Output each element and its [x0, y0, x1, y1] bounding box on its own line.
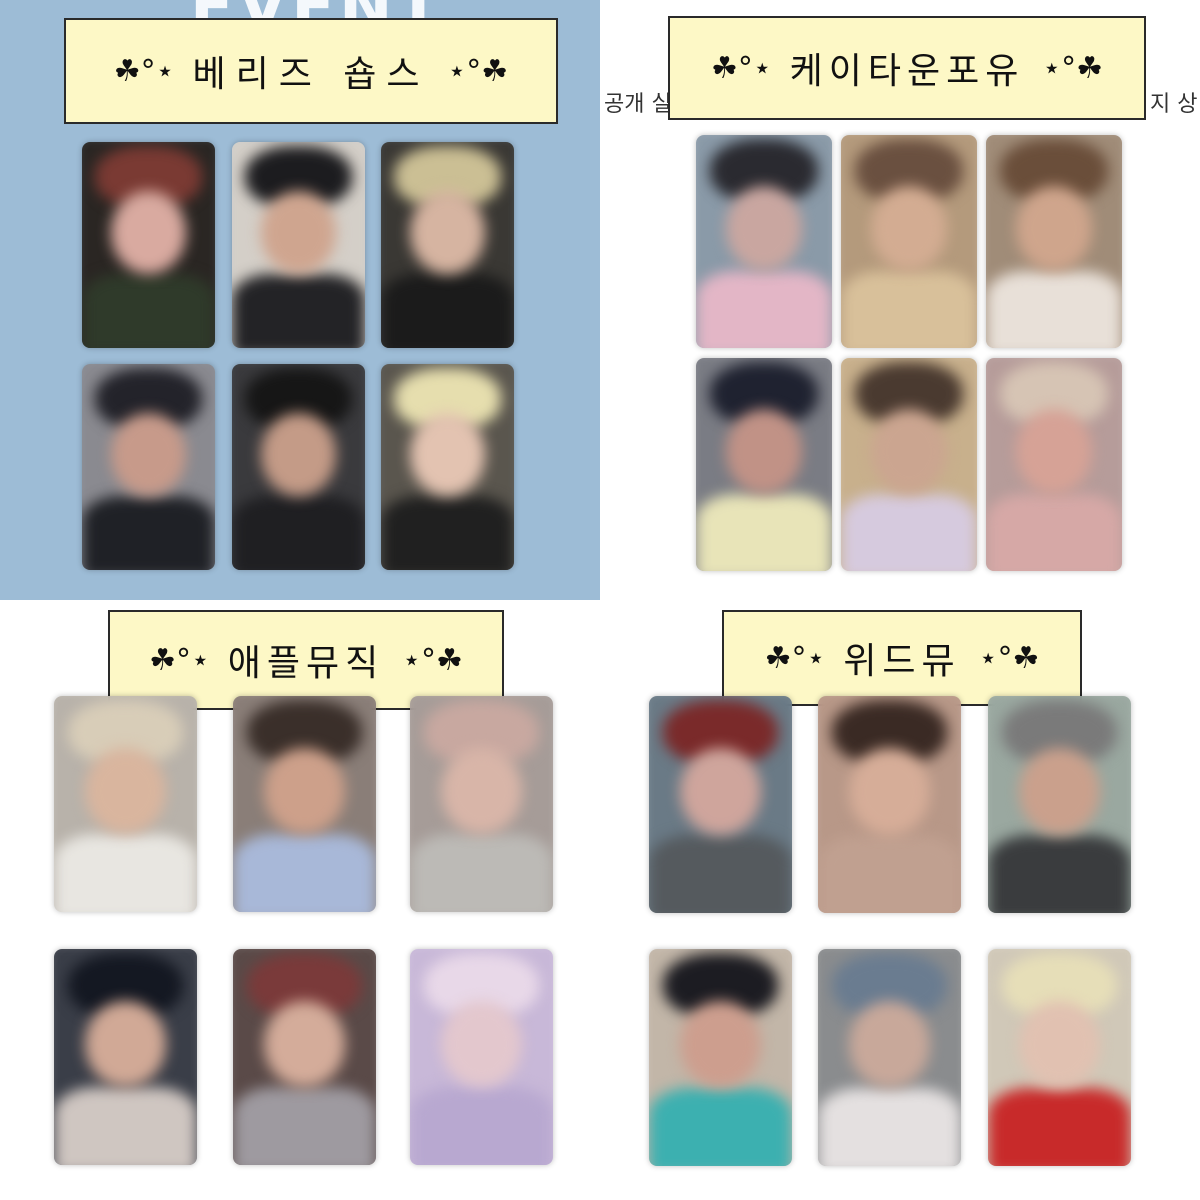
photocard [232, 142, 365, 348]
card-clothing [381, 495, 514, 570]
card-clothing [986, 271, 1122, 348]
card-clothing [841, 271, 977, 348]
card-clothing [818, 1087, 961, 1166]
card-clothing [233, 834, 376, 912]
title-label-apple-music: 애플뮤직 [227, 643, 385, 684]
card-face [264, 1000, 345, 1088]
card-clothing [649, 1087, 792, 1166]
card-face [261, 191, 336, 274]
photocard [54, 696, 197, 912]
card-face [725, 409, 803, 495]
panel-berriz-shops: EVENT ☘°⋆ 베리즈 숍스 ⋆°☘ [0, 0, 600, 600]
photocard [410, 949, 553, 1165]
card-face [264, 747, 345, 835]
card-clothing [232, 273, 365, 348]
title-box-ktown4u: ☘°⋆ 케이타운포유 ⋆°☘ [668, 16, 1146, 120]
photocard [233, 949, 376, 1165]
background-text-right: 지 상 [1150, 92, 1198, 117]
card-clothing [232, 495, 365, 570]
card-clothing [82, 273, 215, 348]
card-face [85, 747, 166, 835]
card-face [111, 413, 186, 496]
photocard [841, 135, 977, 348]
photocard [381, 364, 514, 570]
card-face [441, 747, 522, 835]
clover-decoration-right: ⋆°☘ [447, 53, 509, 89]
title-label-berriz: 베리즈 숍스 [192, 54, 430, 95]
card-face [1015, 186, 1093, 272]
photocard [82, 364, 215, 570]
clover-decoration-right: ⋆°☘ [402, 642, 463, 678]
card-face [849, 1001, 930, 1088]
panel-ktown4u: 공개 실 지 상 ☘°⋆ 케이타운포유 ⋆°☘ [600, 0, 1200, 600]
card-clothing [988, 834, 1131, 913]
card-face [870, 409, 948, 495]
photocard [841, 358, 977, 571]
background-text-left: 공개 실 [604, 92, 672, 117]
card-clothing [818, 834, 961, 913]
photocard [986, 358, 1122, 571]
photocard [82, 142, 215, 348]
clover-decoration-right: ⋆°☘ [1042, 50, 1104, 86]
clover-decoration-left: ☘°⋆ [113, 53, 175, 89]
photocard [233, 696, 376, 912]
photocard [696, 358, 832, 571]
card-clothing [649, 834, 792, 913]
card-face [725, 186, 803, 272]
clover-decoration-right: ⋆°☘ [978, 640, 1040, 676]
card-face [261, 413, 336, 496]
title-box-withmuu: ☘°⋆ 위드뮤 ⋆°☘ [722, 610, 1082, 706]
panel-withmuu: ☘°⋆ 위드뮤 ⋆°☘ [600, 600, 1200, 1200]
card-clothing [54, 1087, 197, 1165]
photocard [649, 949, 792, 1166]
card-face [1015, 409, 1093, 495]
photocard [988, 949, 1131, 1166]
clover-decoration-left: ☘°⋆ [149, 642, 210, 678]
photocard [986, 135, 1122, 348]
photocard [410, 696, 553, 912]
card-face [1019, 748, 1100, 835]
card-clothing [988, 1087, 1131, 1166]
card-face [870, 186, 948, 272]
title-box-apple-music: ☘°⋆ 애플뮤직 ⋆°☘ [108, 610, 504, 710]
card-face [111, 191, 186, 274]
panel-apple-music: ☘°⋆ 애플뮤직 ⋆°☘ [0, 600, 600, 1200]
card-face [849, 748, 930, 835]
card-clothing [841, 494, 977, 571]
card-face [85, 1000, 166, 1088]
card-clothing [410, 1087, 553, 1165]
card-clothing [54, 834, 197, 912]
photocard [818, 696, 961, 913]
photocard [381, 142, 514, 348]
card-face [680, 1001, 761, 1088]
clover-decoration-left: ☘°⋆ [764, 640, 826, 676]
card-clothing [410, 834, 553, 912]
photocard [54, 949, 197, 1165]
card-clothing [696, 271, 832, 348]
card-face [410, 191, 485, 274]
card-clothing [696, 494, 832, 571]
photocard [232, 364, 365, 570]
card-clothing [381, 273, 514, 348]
title-label-withmuu: 위드뮤 [843, 641, 961, 682]
title-box-berriz: ☘°⋆ 베리즈 숍스 ⋆°☘ [64, 18, 558, 124]
card-face [441, 1000, 522, 1088]
photocard [818, 949, 961, 1166]
card-clothing [82, 495, 215, 570]
title-label-ktown4u: 케이타운포유 [789, 51, 1025, 92]
card-face [680, 748, 761, 835]
card-face [410, 413, 485, 496]
clover-decoration-left: ☘°⋆ [710, 50, 772, 86]
card-clothing [986, 494, 1122, 571]
photocard [696, 135, 832, 348]
photocard [988, 696, 1131, 913]
photocard [649, 696, 792, 913]
card-clothing [233, 1087, 376, 1165]
card-face [1019, 1001, 1100, 1088]
